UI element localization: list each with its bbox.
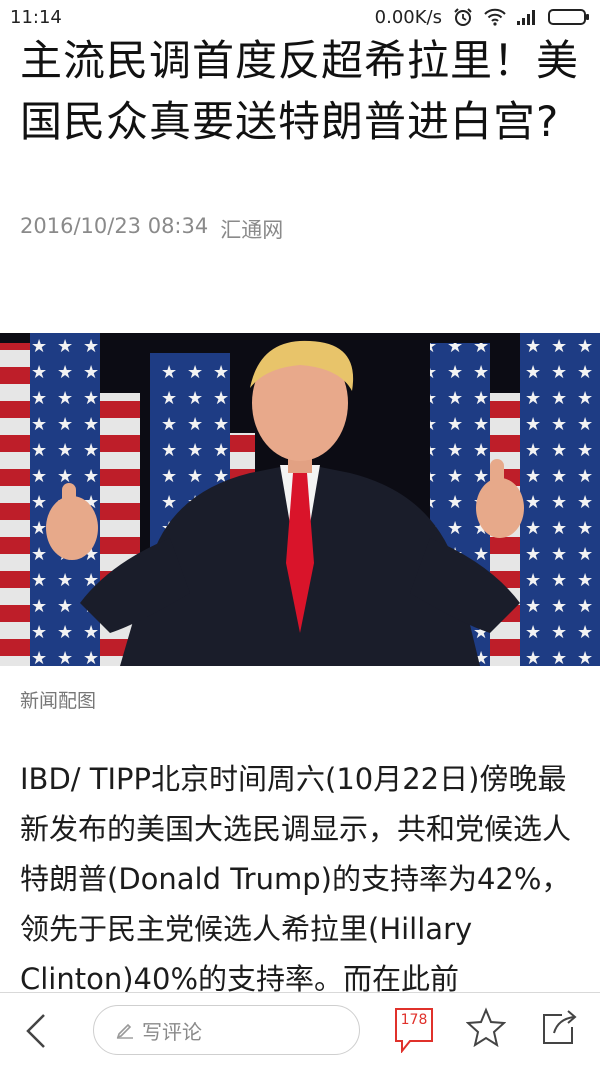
- comment-placeholder: 写评论: [142, 1019, 202, 1044]
- pen-icon: [116, 1023, 133, 1039]
- share-button[interactable]: [538, 1007, 578, 1049]
- comment-count: 178: [400, 1012, 428, 1028]
- network-speed: 0.00K/s: [374, 6, 442, 28]
- article-title: 主流民调首度反超希拉里！美国民众真要送特朗普进白宫?: [20, 36, 580, 146]
- wifi-icon: [484, 7, 506, 27]
- back-button[interactable]: [16, 1009, 56, 1053]
- status-indicators: 0.00K/s: [374, 6, 589, 28]
- alarm-icon: [452, 7, 474, 27]
- star-icon: [465, 1007, 507, 1048]
- comment-count-button[interactable]: 178: [394, 1007, 434, 1054]
- back-icon: [26, 1014, 45, 1048]
- comment-input[interactable]: 写评论: [93, 1005, 360, 1055]
- status-time: 11:14: [10, 6, 62, 28]
- battery-icon: [548, 9, 589, 25]
- signal-icon: [516, 7, 538, 27]
- article-meta: 2016/10/23 08:34 汇通网: [20, 214, 283, 244]
- share-icon: [543, 1010, 577, 1044]
- image-caption: 新闻配图: [20, 690, 97, 712]
- article-source[interactable]: 汇通网: [220, 214, 283, 244]
- bottom-toolbar: 写评论 178: [0, 992, 600, 1067]
- article-body: IBD/ TIPP北京时间周六(10月22日)傍晚最新发布的美国大选民调显示，共…: [20, 762, 572, 992]
- status-bar: 11:14 0.00K/s: [0, 0, 600, 34]
- article-datetime: 2016/10/23 08:34: [20, 214, 209, 238]
- article-photo[interactable]: ★: [0, 333, 600, 666]
- favorite-button[interactable]: [465, 1007, 507, 1049]
